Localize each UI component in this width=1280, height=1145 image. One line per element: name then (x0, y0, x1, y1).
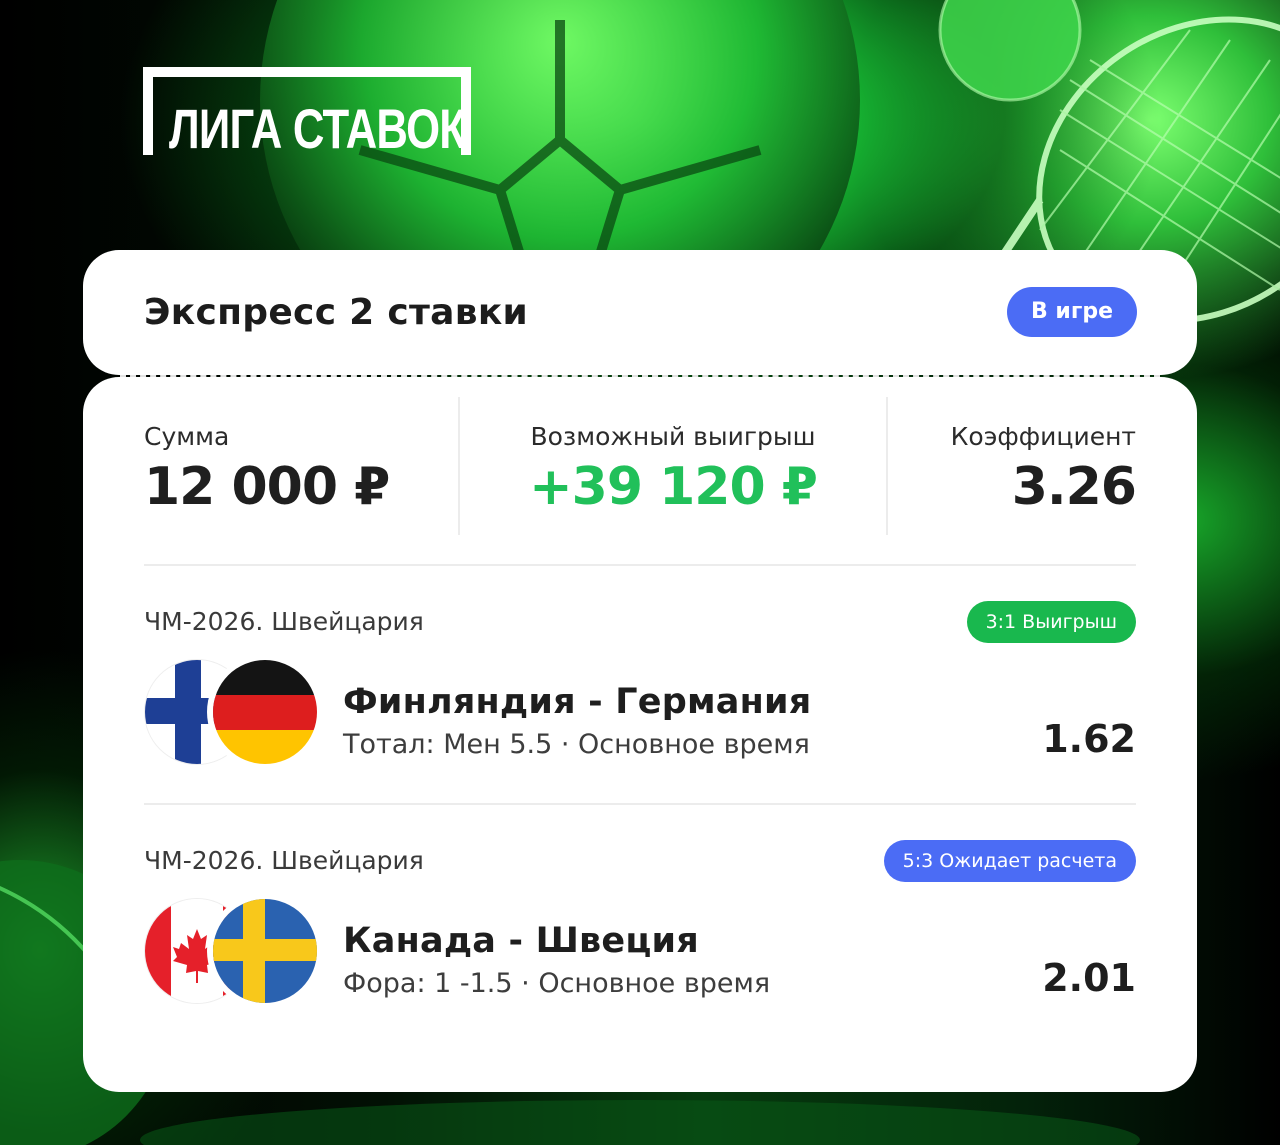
event-odds: 1.62 (1042, 717, 1136, 761)
event-market: Тотал: Мен 5.5 · Основное время (343, 729, 810, 760)
disco-ball-art (940, 0, 1080, 100)
bet-title: Экспресс 2 ставки (144, 292, 529, 333)
sweden-flag-icon (213, 899, 317, 1003)
brand-logo: ЛИГА СТАВОК (143, 67, 471, 160)
logo-text: ЛИГА СТАВОК (169, 97, 466, 160)
event-teams: Финляндия - Германия (343, 682, 812, 722)
event-odds: 2.01 (1042, 956, 1136, 1000)
event-flags (145, 660, 317, 764)
event-league: ЧМ-2026. Швейцария (144, 607, 424, 636)
logo-frame (143, 67, 471, 77)
event-result-badge: 5:3 Ожидает расчета (883, 840, 1136, 882)
bet-details-card: Сумма 12 000 ₽ Возможный выигрыш +39 120… (83, 377, 1197, 1092)
event-flags (145, 899, 317, 1003)
event-market: Фора: 1 -1.5 · Основное время (343, 968, 771, 999)
stats-divider (886, 397, 888, 535)
event-result-badge: 3:1 Выигрыш (966, 601, 1136, 643)
coef-value: 3.26 (1011, 457, 1137, 517)
section-divider (144, 803, 1136, 805)
bet-header-card: Экспресс 2 ставки В игре (83, 250, 1197, 375)
event-teams: Канада - Швеция (343, 921, 699, 961)
bet-status-badge: В игре (1006, 287, 1137, 337)
event-league: ЧМ-2026. Швейцария (144, 846, 424, 875)
germany-flag-icon (213, 660, 317, 764)
coef-label: Коэффициент (950, 422, 1136, 451)
card-dashed-separator (120, 375, 1160, 377)
section-divider (144, 564, 1136, 566)
logo-frame-left (143, 67, 153, 155)
